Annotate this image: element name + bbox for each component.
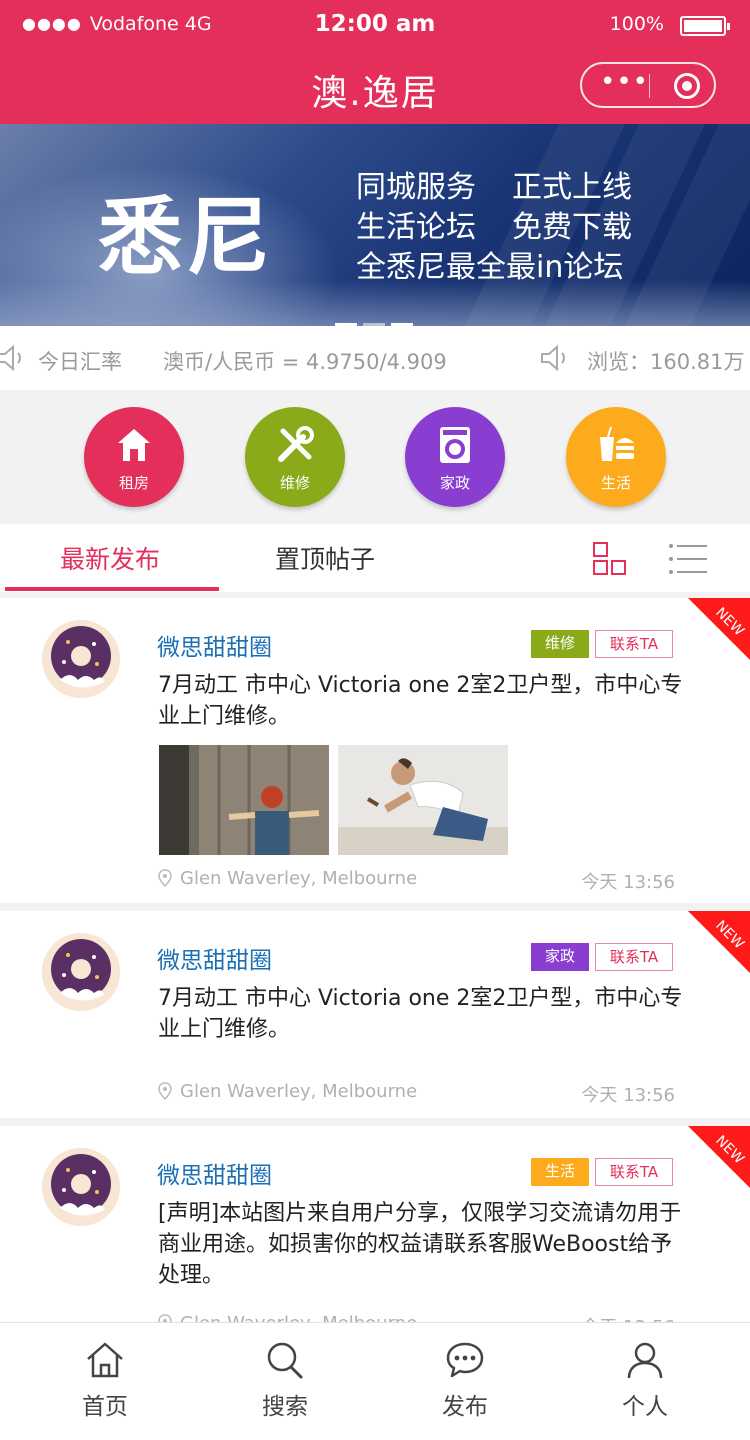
category-housekeeping[interactable]: 家政	[405, 407, 505, 507]
post-location: Glen Waverley, Melbourne	[158, 1081, 417, 1102]
post-time: 今天 13:56	[581, 1085, 675, 1106]
location-pin-icon	[158, 1082, 172, 1100]
house-icon	[118, 429, 150, 461]
rate-value: 澳币/人民币 = 4.9750/4.909	[163, 350, 447, 374]
home-icon	[87, 1342, 123, 1378]
avatar[interactable]	[42, 620, 120, 698]
post-username[interactable]: 微思甜甜圈	[157, 1156, 272, 1190]
new-ribbon: NEW	[688, 911, 750, 973]
post-card[interactable]: NEW 微思甜甜圈 维修 联系TA 7月动工 市中心 Victoria one …	[0, 598, 750, 903]
views-count: 浏览：160.81万	[587, 350, 745, 374]
banner-text: 同城服务	[356, 170, 476, 205]
carousel-indicator	[335, 312, 419, 326]
category-label: 生活	[600, 474, 631, 492]
post-content: [声明]本站图片来自用户分享，仅限学习交流请勿用于商业用途。如损害你的权益请联系…	[158, 1201, 682, 1288]
post-card[interactable]: NEW 微思甜甜圈 家政 联系TA 7月动工 市中心 Victoria one …	[0, 911, 750, 1118]
location-text: Glen Waverley, Melbourne	[180, 1313, 417, 1322]
post-photo-worker[interactable]	[338, 745, 508, 855]
banner-text: 免费下载	[512, 210, 632, 245]
washing-machine-icon	[440, 427, 470, 463]
mini-program-capsule: •••	[580, 62, 716, 108]
category-rent[interactable]: 租房	[84, 407, 184, 507]
tabbar-publish[interactable]: 发布	[415, 1341, 515, 1421]
category-badge: 维修	[531, 630, 589, 658]
header: ●●●● Vodafone 4G 12:00 am 100% 澳.逸居 •••	[0, 0, 750, 124]
speaker-icon	[0, 344, 21, 372]
rate-label: 今日汇率	[38, 350, 122, 374]
tabbar-label: 搜索	[262, 1394, 308, 1420]
speaker-icon	[541, 344, 565, 372]
category-label: 家政	[439, 474, 470, 492]
banner-text: 正式上线	[512, 170, 632, 205]
avatar[interactable]	[42, 933, 120, 1011]
more-icon[interactable]: •••	[600, 69, 648, 100]
category-life[interactable]: 生活	[566, 407, 666, 507]
chat-bubble-icon	[446, 1342, 484, 1378]
post-location: Glen Waverley, Melbourne	[158, 868, 417, 889]
category-bar: 租房 维修 家政 生活	[0, 390, 750, 524]
tabbar-home[interactable]: 首页	[55, 1341, 155, 1421]
contact-button[interactable]: 联系TA	[595, 630, 673, 658]
tabbar-search[interactable]: 搜索	[235, 1341, 335, 1421]
banner-carousel[interactable]: 悉尼 同城服务 正式上线 生活论坛 免费下载 全悉尼最全最in论坛	[0, 124, 750, 326]
app-screen: ●●●● Vodafone 4G 12:00 am 100% 澳.逸居 ••• 悉…	[0, 0, 750, 1440]
status-bar: ●●●● Vodafone 4G 12:00 am 100%	[0, 0, 750, 50]
banner-slogan: 同城服务 正式上线 生活论坛 免费下载 全悉尼最全最in论坛	[356, 168, 632, 288]
post-time: 今天 13:56	[581, 1313, 675, 1322]
food-icon	[600, 426, 634, 461]
tabbar-profile[interactable]: 个人	[595, 1341, 695, 1421]
location-pin-icon	[158, 1314, 172, 1322]
post-username[interactable]: 微思甜甜圈	[157, 628, 272, 662]
grid-view-icon[interactable]	[593, 542, 627, 576]
search-icon	[267, 1342, 303, 1379]
category-label: 维修	[279, 474, 310, 492]
category-badge: 家政	[531, 943, 589, 971]
avatar[interactable]	[42, 1148, 120, 1226]
capsule-divider	[649, 74, 650, 98]
post-time: 今天 13:56	[581, 872, 675, 893]
new-ribbon: NEW	[688, 598, 750, 660]
contact-button[interactable]: 联系TA	[595, 1158, 673, 1186]
banner-text: 生活论坛	[356, 210, 476, 245]
feed-tabs: 最新发布 置顶帖子	[0, 524, 750, 592]
tab-latest[interactable]: 最新发布	[60, 540, 160, 576]
location-text: Glen Waverley, Melbourne	[180, 868, 418, 889]
bottom-tab-bar: 首页 搜索 发布 个人	[0, 1322, 750, 1440]
battery-percent: 100%	[609, 13, 664, 35]
post-content: 7月动工 市中心 Victoria one 2室2卫户型，市中心专业上门维修。	[158, 986, 683, 1042]
battery-icon	[680, 16, 730, 36]
post-username[interactable]: 微思甜甜圈	[157, 941, 272, 975]
contact-button[interactable]: 联系TA	[595, 943, 673, 971]
tabbar-label: 发布	[442, 1394, 488, 1420]
tabbar-label: 个人	[622, 1394, 668, 1420]
category-repair[interactable]: 维修	[245, 407, 345, 507]
post-card[interactable]: NEW 微思甜甜圈 生活 联系TA [声明]本站图片来自用户分享，仅限学习交流请…	[0, 1126, 750, 1322]
banner-headline: 悉尼	[98, 187, 275, 286]
active-tab-indicator	[5, 587, 219, 591]
banner-text: 全悉尼最全最in论坛	[356, 250, 624, 285]
tab-pinned[interactable]: 置顶帖子	[275, 540, 375, 576]
tools-icon	[278, 426, 314, 462]
exchange-rate-ticker: 今日汇率 澳币/人民币 = 4.9750/4.909 浏览：160.81万	[0, 326, 750, 390]
location-text: Glen Waverley, Melbourne	[180, 1081, 418, 1102]
category-label: 租房	[118, 474, 149, 492]
location-pin-icon	[158, 869, 172, 887]
category-badge: 生活	[531, 1158, 589, 1186]
list-view-icon[interactable]	[668, 542, 708, 576]
tabbar-label: 首页	[82, 1394, 128, 1420]
post-photo-construction[interactable]	[159, 745, 329, 855]
post-content: 7月动工 市中心 Victoria one 2室2卫户型，市中心专业上门维修。	[158, 673, 683, 729]
close-miniprogram-icon[interactable]	[674, 73, 700, 99]
user-icon	[627, 1342, 663, 1379]
new-ribbon: NEW	[688, 1126, 750, 1188]
post-location: Glen Waverley, Melbourne	[158, 1313, 417, 1322]
